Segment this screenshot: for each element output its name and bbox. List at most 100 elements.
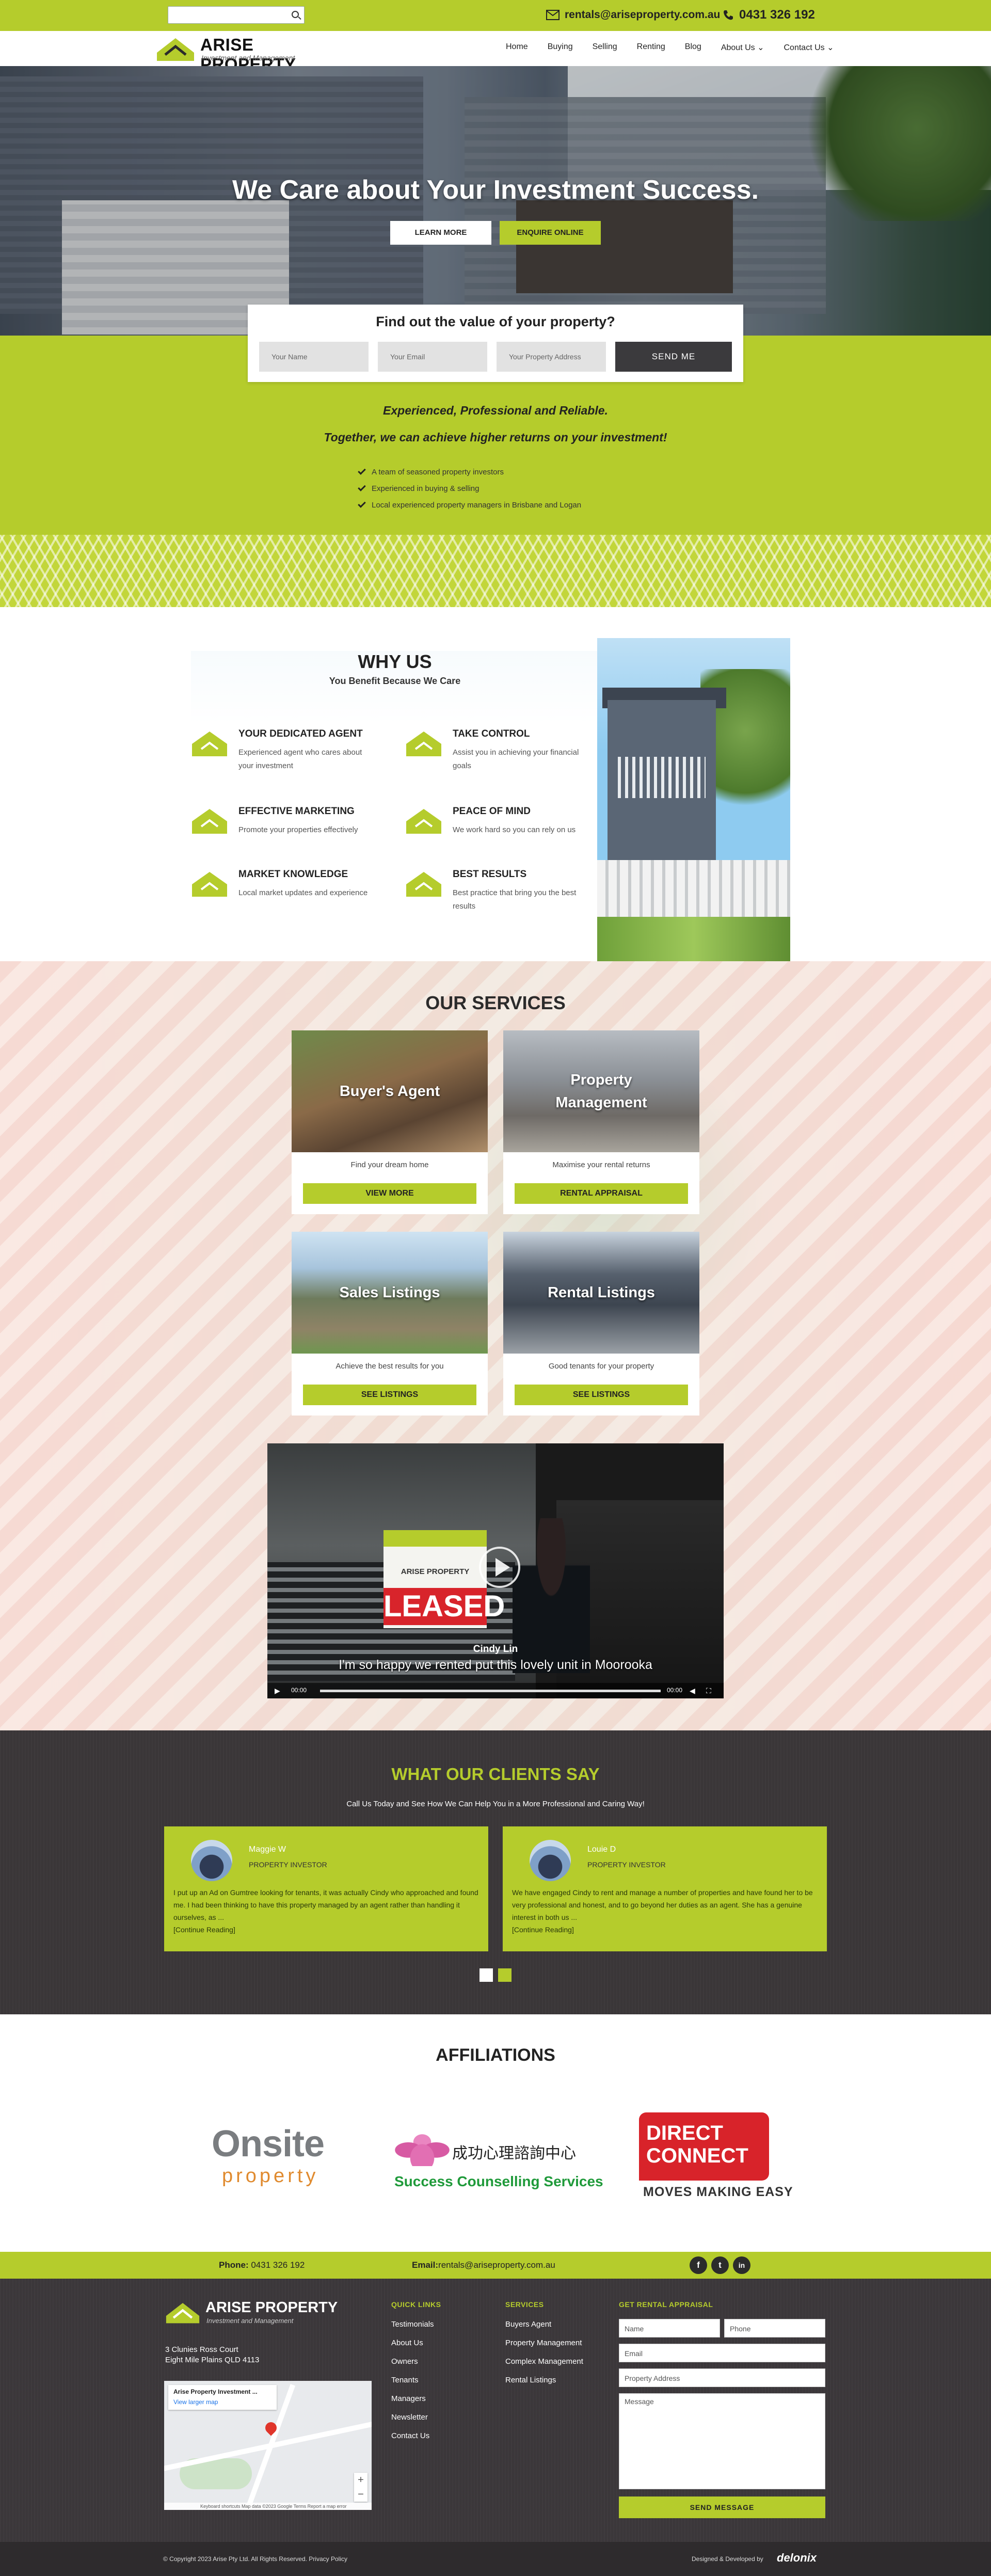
why-us-photo	[597, 638, 790, 961]
house-icon	[406, 872, 441, 897]
services-list: Buyers Agent Property Management Complex…	[505, 2320, 583, 2394]
appraisal-message-textarea[interactable]: Message	[619, 2393, 825, 2489]
footer-link[interactable]: Testimonials	[391, 2320, 434, 2339]
footer-link[interactable]: Property Management	[505, 2339, 583, 2357]
site-logo[interactable]: ARISE PROPERTY Investment and Management	[155, 33, 341, 74]
enquire-online-button[interactable]: ENQUIRE ONLINE	[500, 221, 601, 245]
rental-appraisal-heading: GET RENTAL APPRAISAL	[619, 2300, 713, 2309]
nav-contact-us[interactable]: Contact Us ⌄	[784, 42, 834, 53]
top-bar: rentals@ariseproperty.com.au 0431 326 19…	[0, 0, 991, 31]
onsite-property-logo[interactable]: Onsite property	[212, 2123, 361, 2195]
testimonials-section: WHAT OUR CLIENTS SAY Call Us Today and S…	[0, 1730, 991, 2014]
search-input[interactable]	[168, 6, 305, 24]
footer-logo[interactable]: ARISE PROPERTY Investment and Management	[164, 2299, 340, 2330]
appraisal-address-input[interactable]: Property Address	[619, 2368, 825, 2387]
volume-icon[interactable]: ◀	[690, 1687, 695, 1695]
nav-selling[interactable]: Selling	[593, 42, 617, 53]
search-icon[interactable]	[292, 11, 299, 18]
send-message-button[interactable]: SEND MESSAGE	[619, 2497, 825, 2518]
nav-about-us[interactable]: About Us ⌄	[721, 42, 764, 53]
services-heading: SERVICES	[505, 2300, 544, 2309]
facebook-icon[interactable]: f	[690, 2256, 707, 2274]
check-icon	[358, 500, 366, 508]
footer-link[interactable]: Newsletter	[391, 2413, 434, 2431]
video-progress-bar[interactable]	[320, 1690, 661, 1692]
main-nav: Home Buying Selling Renting Blog About U…	[506, 42, 834, 53]
strip-phone[interactable]: 0431 326 192	[251, 2260, 305, 2270]
testimonial-card: Maggie W PROPERTY INVESTOR I put up an A…	[164, 1826, 488, 1951]
direct-connect-logo[interactable]: DIRECT CONNECT MOVES MAKING EASY	[639, 2112, 793, 2200]
strip-email[interactable]: rentals@ariseproperty.com.au	[438, 2260, 555, 2270]
valuation-address-input[interactable]: Your Property Address	[497, 342, 606, 372]
twitter-icon[interactable]: t	[711, 2256, 729, 2274]
see-listings-button[interactable]: SEE LISTINGS	[515, 1385, 688, 1405]
service-card-rental-listings[interactable]: Rental Listings Good tenants for your pr…	[503, 1232, 699, 1416]
intro-points: A team of seasoned property investors Ex…	[358, 464, 581, 513]
copyright-bar: © Copyright 2023 Arise Pty Ltd. All Righ…	[0, 2542, 991, 2576]
services-section: OUR SERVICES Buyer's Agent Find your dre…	[0, 961, 991, 1730]
service-card-buyers-agent[interactable]: Buyer's Agent Find your dream home VIEW …	[292, 1030, 488, 1214]
continue-reading-link[interactable]: [Continue Reading]	[512, 1926, 574, 1934]
see-listings-button[interactable]: SEE LISTINGS	[303, 1385, 476, 1405]
map-zoom-control[interactable]: + −	[354, 2473, 367, 2502]
appraisal-name-input[interactable]: Name	[619, 2319, 720, 2338]
top-phone[interactable]: 0431 326 192	[723, 7, 815, 23]
view-larger-map-link[interactable]: View larger map	[173, 2398, 271, 2406]
map-info-card: Arise Property Investment ... View larger…	[168, 2385, 277, 2410]
learn-more-button[interactable]: LEARN MORE	[390, 221, 491, 245]
testimonial-video-player[interactable]: ARISE PROPERTY LEASED Cindy Lin I'm so h…	[267, 1443, 724, 1698]
location-map[interactable]: Arise Property Investment ... View larger…	[164, 2381, 372, 2510]
chevron-down-icon: ⌄	[757, 43, 764, 52]
hero-title: We Care about Your Investment Success.	[232, 175, 759, 205]
quick-links-list: Testimonials About Us Owners Tenants Man…	[391, 2320, 434, 2450]
nav-blog[interactable]: Blog	[685, 42, 701, 53]
check-icon	[358, 483, 366, 491]
why-us-section: WHY US You Benefit Because We Care YOUR …	[0, 607, 991, 961]
view-more-button[interactable]: VIEW MORE	[303, 1183, 476, 1204]
intro-line-1: Experienced, Professional and Reliable.	[383, 404, 608, 417]
avatar	[530, 1840, 571, 1881]
why-us-title: WHY US	[358, 651, 432, 672]
service-card-property-management[interactable]: Property Management Maximise your rental…	[503, 1030, 699, 1214]
logo-house-icon	[166, 2303, 200, 2324]
footer-link[interactable]: Tenants	[391, 2376, 434, 2394]
footer-link[interactable]: Owners	[391, 2357, 434, 2376]
avatar	[191, 1840, 232, 1881]
fullscreen-icon[interactable]: ⛶	[706, 1687, 711, 1695]
valuation-email-input[interactable]: Your Email	[378, 342, 487, 372]
valuation-name-input[interactable]: Your Name	[259, 342, 369, 372]
play-icon[interactable]	[479, 1547, 520, 1588]
decorative-pattern-band	[0, 535, 991, 607]
site-header: ARISE PROPERTY Investment and Management…	[0, 31, 991, 74]
top-email[interactable]: rentals@ariseproperty.com.au	[546, 7, 720, 23]
video-speaker: Cindy Lin	[473, 1644, 518, 1655]
carousel-dot-2[interactable]: 2	[498, 1968, 512, 1982]
nav-renting[interactable]: Renting	[637, 42, 665, 53]
nav-buying[interactable]: Buying	[548, 42, 573, 53]
footer-link[interactable]: Managers	[391, 2394, 434, 2413]
rental-appraisal-button[interactable]: RENTAL APPRAISAL	[515, 1183, 688, 1204]
footer-link[interactable]: Complex Management	[505, 2357, 583, 2376]
quick-links-heading: QUICK LINKS	[391, 2300, 441, 2309]
intro-point: Experienced in buying & selling	[358, 480, 581, 497]
continue-reading-link[interactable]: [Continue Reading]	[173, 1926, 235, 1934]
send-me-button[interactable]: SEND ME	[615, 342, 732, 372]
house-icon	[192, 872, 227, 897]
appraisal-phone-input[interactable]: Phone	[724, 2319, 825, 2338]
affiliations-title: AFFILIATIONS	[436, 2045, 555, 2065]
success-counselling-logo[interactable]: 成功心理諮詢中心 Success Counselling Services	[394, 2126, 603, 2198]
footer-link[interactable]: Rental Listings	[505, 2376, 583, 2394]
service-card-sales-listings[interactable]: Sales Listings Achieve the best results …	[292, 1232, 488, 1416]
carousel-dot-1[interactable]: 1	[479, 1968, 493, 1982]
site-footer: ARISE PROPERTY Investment and Management…	[0, 2279, 991, 2542]
nav-home[interactable]: Home	[506, 42, 528, 53]
footer-link[interactable]: About Us	[391, 2339, 434, 2357]
intro-point: A team of seasoned property investors	[358, 464, 581, 480]
footer-link[interactable]: Buyers Agent	[505, 2320, 583, 2339]
developer-logo[interactable]: delonix	[777, 2551, 817, 2565]
linkedin-icon[interactable]: in	[733, 2256, 750, 2274]
appraisal-email-input[interactable]: Email	[619, 2344, 825, 2362]
footer-link[interactable]: Contact Us	[391, 2431, 434, 2450]
intro-line-2: Together, we can achieve higher returns …	[324, 431, 667, 444]
play-icon[interactable]: ▶	[275, 1687, 280, 1695]
